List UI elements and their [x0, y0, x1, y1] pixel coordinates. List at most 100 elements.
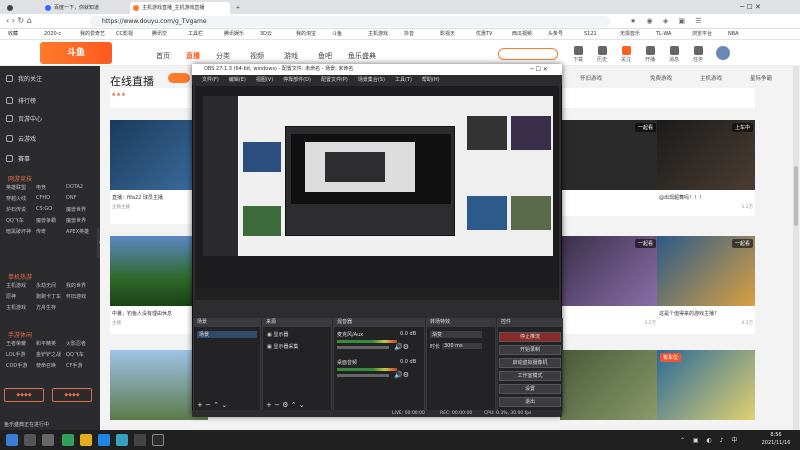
- task-button[interactable]: 任务: [686, 46, 710, 63]
- sidebar-category-link[interactable]: APEX英雄: [66, 228, 89, 235]
- bookmark-item[interactable]: 西瓜视频: [512, 29, 532, 40]
- browser-icon[interactable]: [116, 434, 128, 446]
- stream-card[interactable]: 一起看 这是个值得来的游戏主播? 4.3万: [657, 236, 755, 334]
- nav-arrows-icon[interactable]: ‹ › ↻ ⌂: [6, 16, 32, 25]
- tray-icons[interactable]: ⌃ ▣ ◐ ♪ 中: [680, 435, 750, 444]
- sidebar-category-link[interactable]: 魔兽争霸: [36, 217, 56, 224]
- obs-preview[interactable]: [195, 86, 559, 300]
- bookmark-item[interactable]: 腾讯娱乐: [224, 29, 244, 40]
- sidebar-item-esports[interactable]: 赛事: [6, 154, 30, 163]
- scene-toolbar[interactable]: + − ⌃ ⌄: [197, 401, 227, 409]
- broadcast-button[interactable]: 开播: [638, 46, 662, 63]
- sidebar-category-link[interactable]: 金铲铲之战: [36, 351, 61, 358]
- filter-retro[interactable]: 怀旧游戏: [580, 74, 602, 82]
- bookmark-item[interactable]: 优惠TV: [476, 29, 492, 40]
- source-item[interactable]: ▣ 显示器: [267, 331, 288, 338]
- filter-starcraft[interactable]: 星际争霸: [750, 74, 772, 82]
- sidebar-category-link[interactable]: COD手游: [6, 362, 27, 369]
- bookmark-item[interactable]: 浏览平台: [692, 29, 712, 40]
- obs-menu-item[interactable]: 编辑(E): [229, 77, 246, 83]
- page-scrollbar[interactable]: [793, 66, 799, 430]
- tab-baidu[interactable]: 百度一下，你就知道: [42, 2, 126, 14]
- obs-menu-item[interactable]: 停靠部件(D): [283, 77, 311, 83]
- bookmark-item[interactable]: 斗鱼: [332, 29, 342, 40]
- bookmark-item[interactable]: CC影视: [116, 29, 133, 40]
- obs-menu-item[interactable]: 文件(F): [202, 77, 219, 83]
- sidebar-item-ranking[interactable]: 排行榜: [6, 96, 36, 105]
- sidebar-item-webgame[interactable]: 页游中心: [6, 114, 42, 123]
- sidebar-category-link[interactable]: 和平精英: [36, 340, 56, 347]
- follow-button[interactable]: 关注: [614, 46, 638, 63]
- stream-card[interactable]: [560, 88, 658, 108]
- sidebar-category-link[interactable]: CFHD: [36, 195, 50, 201]
- sidebar-category-link[interactable]: CS:GO: [36, 206, 52, 212]
- volume-slider[interactable]: [337, 346, 389, 349]
- bookmark-item[interactable]: 头条号: [548, 29, 563, 40]
- sidebar-category-link[interactable]: 传奇: [36, 228, 46, 235]
- nav-fishbar[interactable]: 鱼吧: [318, 51, 332, 61]
- edge-icon[interactable]: [98, 434, 110, 446]
- filter-console[interactable]: 主机游戏: [700, 74, 722, 82]
- source-item[interactable]: ▣ 显示器采集: [267, 343, 298, 350]
- bookmark-item[interactable]: 我的淘宝: [296, 29, 316, 40]
- folder-icon[interactable]: [80, 434, 92, 446]
- sidebar-category-link[interactable]: 暗黑破坏神: [6, 228, 31, 235]
- app-icon[interactable]: [62, 434, 74, 446]
- nav-category[interactable]: 分类: [216, 51, 230, 61]
- stop-streaming-button[interactable]: 停止推流: [499, 332, 561, 342]
- sidebar-category-link[interactable]: LOL手游: [6, 351, 25, 358]
- mute-icon[interactable]: 🔊⚙: [394, 343, 409, 351]
- bookmark-item[interactable]: 无损音乐: [620, 29, 640, 40]
- mute-icon[interactable]: 🔊⚙: [394, 371, 409, 379]
- tab-douyu[interactable]: 主机游戏直播_主机游戏直播: [130, 2, 230, 14]
- sidebar-category-link[interactable]: 火影忍者: [66, 340, 86, 347]
- sidebar-category-link[interactable]: 英雄联盟: [6, 184, 26, 191]
- nav-festival[interactable]: 鱼乐盛典: [348, 51, 376, 61]
- obs-menu-item[interactable]: 配置文件(P): [321, 77, 348, 83]
- obs-icon[interactable]: [152, 434, 164, 446]
- filter-free[interactable]: 免费游戏: [650, 74, 672, 82]
- scene-item[interactable]: 场景: [197, 331, 257, 338]
- bookmark-item[interactable]: 收藏: [8, 29, 18, 40]
- bookmark-item[interactable]: 影视天: [440, 29, 455, 40]
- source-toolbar[interactable]: + − ⚙ ⌃ ⌄: [266, 401, 305, 409]
- sidebar-category-link[interactable]: 跑跑卡丁车: [36, 293, 61, 300]
- sidebar-category-link[interactable]: QQ飞车: [6, 217, 24, 224]
- sidebar-category-link[interactable]: 主机游戏: [6, 304, 26, 311]
- app-menu[interactable]: [4, 2, 30, 14]
- sidebar-item-cloudgame[interactable]: 云游戏: [6, 134, 36, 143]
- url-field[interactable]: https://www.douyu.com/g_TVgame: [90, 16, 610, 27]
- sidebar-category-link[interactable]: 魔兽世界: [66, 217, 86, 224]
- duration-input[interactable]: 300 ms: [442, 343, 482, 349]
- obs-menu-item[interactable]: 帮助(H): [422, 77, 440, 83]
- filter-button[interactable]: [168, 73, 190, 83]
- download-button[interactable]: 下载: [566, 46, 590, 63]
- studio-mode-button[interactable]: 工作室模式: [499, 371, 561, 381]
- obs-menu-item[interactable]: 视图(V): [256, 77, 273, 83]
- nav-video[interactable]: 视频: [250, 51, 264, 61]
- stream-card[interactable]: 有车位: [657, 350, 755, 420]
- sidebar-category-link[interactable]: 电竞: [36, 184, 46, 191]
- guild-button[interactable]: ◆◆◆◆: [4, 388, 44, 402]
- obs-window-controls[interactable]: ─ ☐ ✕: [530, 64, 548, 75]
- bookmark-item[interactable]: 抖音: [404, 29, 414, 40]
- sidebar-category-link[interactable]: CF手游: [66, 362, 82, 369]
- transition-select[interactable]: 渐变: [430, 331, 482, 338]
- start-recording-button[interactable]: 开始录制: [499, 345, 561, 355]
- extension-icons[interactable]: ★ ◉ ◈ ▣ ☰: [630, 17, 790, 25]
- sidebar-category-link[interactable]: 穿越火线: [6, 195, 26, 202]
- douyu-logo[interactable]: 斗鱼: [40, 42, 112, 64]
- nav-home[interactable]: 首页: [156, 51, 170, 61]
- scrollbar-thumb[interactable]: [794, 166, 798, 226]
- festival-link[interactable]: 鱼乐盛典正在进行中: [0, 421, 100, 430]
- taskview-icon[interactable]: [42, 434, 54, 446]
- bookmark-item[interactable]: TL-WA: [656, 29, 671, 40]
- stream-card[interactable]: 一起看 3.2万: [560, 236, 658, 334]
- sidebar-category-link[interactable]: DNF: [66, 195, 76, 201]
- sidebar-category-link[interactable]: QQ飞车: [66, 351, 84, 358]
- steam-icon[interactable]: [134, 434, 146, 446]
- stream-card[interactable]: 一起看: [560, 120, 658, 216]
- exit-button[interactable]: 退出: [499, 397, 561, 407]
- bookmark-item[interactable]: 主机游戏: [368, 29, 388, 40]
- virtual-camera-button[interactable]: 启动虚拟摄像机: [499, 358, 561, 368]
